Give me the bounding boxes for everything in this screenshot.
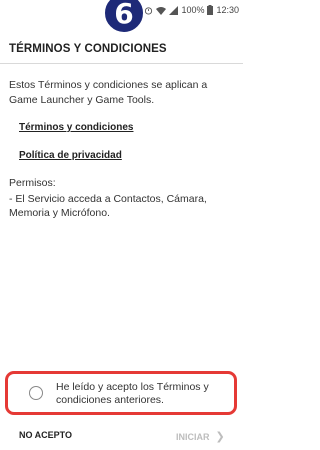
start-button[interactable]: INICIAR ❯ xyxy=(176,430,225,443)
wifi-icon xyxy=(156,6,167,15)
clock: 12:30 xyxy=(216,5,239,15)
permissions-text: - El Servicio acceda a Contactos, Cámara… xyxy=(9,193,207,219)
title-divider xyxy=(0,63,243,64)
signal-icon xyxy=(169,5,179,15)
battery-percent: 100% xyxy=(181,5,205,15)
page-title: TÉRMINOS Y CONDICIONES xyxy=(9,43,167,55)
alarm-icon xyxy=(144,6,153,15)
privacy-policy-link[interactable]: Política de privacidad xyxy=(19,150,122,161)
terms-screen: 100% 12:30 6 TÉRMINOS Y CONDICIONES Esto… xyxy=(0,0,243,450)
intro-text: Estos Términos y condiciones se aplican … xyxy=(9,79,208,106)
chevron-right-icon: ❯ xyxy=(215,431,225,443)
step-number-badge: 6 xyxy=(103,0,145,34)
battery-icon xyxy=(207,5,214,15)
start-button-label: INICIAR xyxy=(176,431,210,442)
terms-link[interactable]: Términos y condiciones xyxy=(19,122,133,133)
accept-terms-checkbox-row[interactable]: He leído y acepto los Términos y condici… xyxy=(5,371,237,415)
decline-button[interactable]: NO ACEPTO xyxy=(19,430,72,440)
permissions-title: Permisos: xyxy=(9,177,56,189)
accept-terms-label: He leído y acepto los Términos y condici… xyxy=(56,381,209,406)
accept-radio-button[interactable] xyxy=(29,386,43,400)
